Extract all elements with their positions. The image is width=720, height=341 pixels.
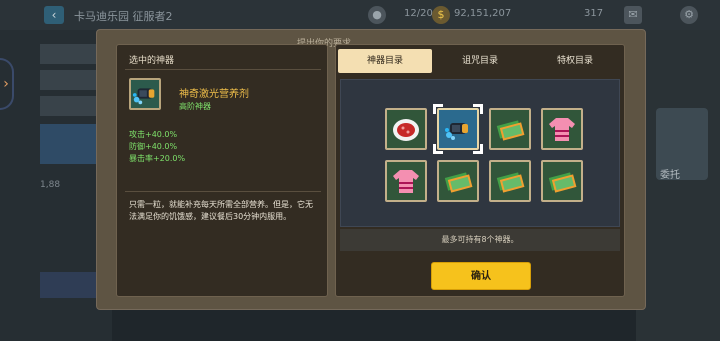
tab-artifacts[interactable]: 神器目录 (338, 49, 432, 73)
artifact-grid (340, 79, 620, 227)
side-tile (40, 124, 98, 164)
divider (125, 69, 321, 70)
selection-corner (473, 144, 483, 154)
selection-corner (473, 104, 483, 114)
laser-canister-icon (445, 123, 468, 140)
selection-corner (433, 104, 443, 114)
selection-corner (433, 144, 443, 154)
divider (125, 191, 321, 192)
mail-icon[interactable]: ✉ (624, 6, 642, 24)
gear-icon[interactable]: ⚙ (680, 6, 698, 24)
side-tile (40, 70, 98, 90)
artifact-slot[interactable] (437, 160, 479, 202)
artifact-slot-selected[interactable] (433, 104, 483, 154)
tab-curses[interactable]: 诅咒目录 (433, 49, 527, 73)
capacity-note: 最多可持有8个神器。 (340, 229, 620, 251)
item-description: 只需一粒，就能补充每天所需全部营养。但是，它无法满足你的饥饿感，建议餐后30分钟… (129, 200, 313, 221)
artifact-catalog: 神器目录 诅咒目录 特权目录 最多可持有8个神器。 确认 (335, 44, 625, 297)
resource-a: 12/20 (404, 8, 433, 19)
cash-bundle-icon (496, 172, 525, 193)
tab-privileges[interactable]: 特权目录 (528, 49, 622, 73)
artifact-slot[interactable] (541, 160, 583, 202)
cash-bundle-icon (496, 120, 525, 141)
artifact-slot[interactable] (385, 160, 427, 202)
side-tile (40, 44, 98, 64)
artifact-slot[interactable] (385, 108, 427, 150)
stat-attack: 攻击+40.0% (129, 130, 178, 139)
artifact-slot[interactable] (489, 108, 531, 150)
park-name: 卡马迪乐园 (74, 10, 129, 23)
side-tile (40, 272, 98, 298)
side-tile (40, 96, 98, 116)
cash-bundle-icon (444, 172, 473, 193)
artifact-slot[interactable] (541, 108, 583, 150)
selected-artifact-panel: 选中的神器 神奇激光营养剂 高阶神器 攻击+40.0% 防御+40.0% 暴击率… (116, 44, 328, 297)
artifact-slot[interactable] (489, 160, 531, 202)
park-subtitle: 征服者2 (132, 10, 173, 23)
chevron-right-icon[interactable]: › (0, 58, 14, 110)
confirm-button[interactable]: 确认 (431, 262, 531, 290)
panel-header: 选中的神器 (129, 56, 175, 66)
cash-bundle-icon (548, 172, 577, 193)
side-count: 1,88 (40, 180, 61, 190)
selected-item-frame (129, 78, 161, 110)
stat-defense: 防御+40.0% (129, 142, 178, 151)
resource-c: 317 (584, 8, 604, 19)
user-icon: ● (368, 6, 386, 24)
back-button[interactable]: ‹ (44, 6, 64, 24)
commission-label: 委托 (660, 170, 680, 181)
right-side-panel (636, 30, 720, 341)
catalog-tabs: 神器目录 诅咒目录 特权目录 (338, 49, 622, 73)
park-title: 卡马迪乐园 征服者2 (74, 8, 173, 24)
coin-icon: $ (432, 6, 450, 24)
resource-b: 92,151,207 (454, 8, 512, 19)
stat-crit: 暴击率+20.0% (129, 154, 186, 163)
item-rarity: 高阶神器 (179, 102, 211, 111)
laser-canister-icon (132, 88, 155, 105)
pink-sweater-icon (393, 170, 419, 193)
pink-sweater-icon (549, 118, 575, 141)
red-dish-icon (393, 119, 419, 141)
item-name: 神奇激光营养剂 (179, 89, 249, 100)
